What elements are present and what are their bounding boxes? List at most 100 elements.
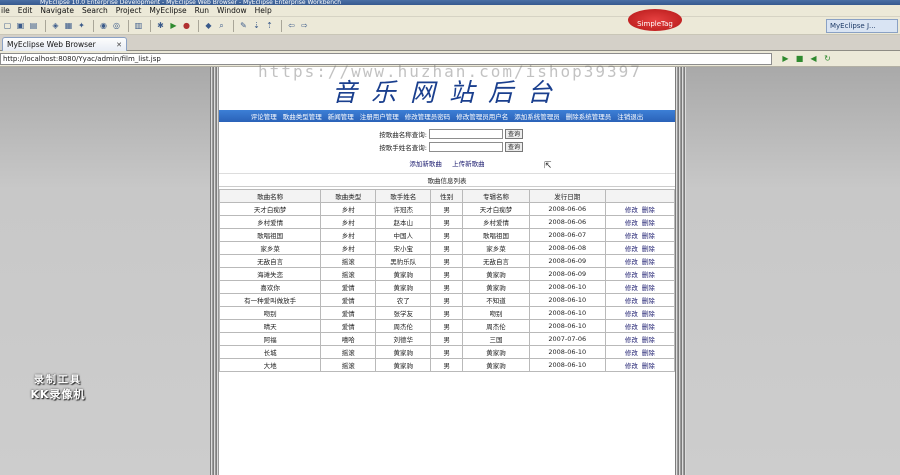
delete-link[interactable]: 删除 xyxy=(642,310,655,318)
package-icon[interactable]: ▥ xyxy=(133,20,144,31)
song-search-button[interactable]: 查询 xyxy=(505,128,523,139)
prev-annotation-icon[interactable]: ⇡ xyxy=(264,20,275,31)
singer-search-button[interactable]: 查询 xyxy=(505,141,523,152)
delete-link[interactable]: 删除 xyxy=(642,362,655,370)
menu-item-6[interactable]: Run xyxy=(195,6,209,15)
server-icon[interactable]: ▦ xyxy=(63,20,74,31)
delete-link[interactable]: 删除 xyxy=(642,284,655,292)
print-icon[interactable]: ▤ xyxy=(28,20,39,31)
delete-link[interactable]: 删除 xyxy=(642,336,655,344)
table-cell: 2008-06-10 xyxy=(528,358,606,372)
menu-item-5[interactable]: MyEclipse xyxy=(149,6,186,15)
table-row: 歌唱祖国 乡村 中国人男歌唱祖国 2008-06-07 修改 删除 xyxy=(218,228,676,242)
song-name-search-input[interactable] xyxy=(429,128,503,139)
table-row: 喜欢你 爱情 黄家驹男黄家驹 2008-06-10 修改 删除 xyxy=(218,280,676,294)
open-type-icon[interactable]: ◆ xyxy=(203,20,214,31)
table-cell: 2008-06-10 xyxy=(528,345,606,359)
edit-link[interactable]: 修改 xyxy=(625,323,638,331)
edit-link[interactable]: 修改 xyxy=(625,362,638,370)
edit-link[interactable]: 修改 xyxy=(625,258,638,266)
new-icon[interactable]: ▢ xyxy=(2,20,13,31)
nav-link-5[interactable]: 修改管理员用户名 xyxy=(456,111,508,121)
menu-item-4[interactable]: Project xyxy=(116,6,142,15)
mouse-cursor-icon: ⇱ xyxy=(544,161,552,171)
table-cell: 乡村爱情 xyxy=(218,215,322,229)
table-cell: 晴天 xyxy=(218,319,322,333)
menu-item-8[interactable]: Help xyxy=(255,6,272,15)
edit-link[interactable]: 修改 xyxy=(625,206,638,214)
close-icon[interactable]: ✕ xyxy=(116,41,122,49)
toolbar-separator xyxy=(150,19,151,32)
next-annotation-icon[interactable]: ⇣ xyxy=(251,20,262,31)
edit-link[interactable]: 修改 xyxy=(625,219,638,227)
edit-link[interactable]: 修改 xyxy=(625,245,638,253)
table-cell: 阿福 xyxy=(218,332,322,346)
nav-link-4[interactable]: 修改管理员密码 xyxy=(405,111,451,121)
save-icon[interactable]: ▣ xyxy=(15,20,26,31)
delete-link[interactable]: 删除 xyxy=(642,297,655,305)
table-cell: 喜欢你 xyxy=(218,280,322,294)
menu-item-2[interactable]: Navigate xyxy=(40,6,74,15)
table-cell: 乡村 xyxy=(320,202,377,216)
edit-link[interactable]: 修改 xyxy=(625,284,638,292)
row-actions: 修改 删除 xyxy=(604,280,676,294)
table-cell: 男 xyxy=(430,332,464,346)
menu-item-3[interactable]: Search xyxy=(82,6,108,15)
back-icon[interactable]: ⇦ xyxy=(286,20,297,31)
perspective-switcher[interactable]: MyEclipse J... xyxy=(826,19,898,33)
nav-link-7[interactable]: 删除系统管理员 xyxy=(566,111,612,121)
debug-icon[interactable]: ✱ xyxy=(155,20,166,31)
browser-icon[interactable]: ◉ xyxy=(98,20,109,31)
table-cell: 歌唱祖国 xyxy=(218,228,322,242)
menu-item-7[interactable]: Window xyxy=(217,6,247,15)
row-actions: 修改 删除 xyxy=(604,267,676,281)
edit-link[interactable]: 修改 xyxy=(625,271,638,279)
nav-link-0[interactable]: 评论管理 xyxy=(251,111,277,121)
menu-item-1[interactable]: Edit xyxy=(18,6,33,15)
delete-link[interactable]: 删除 xyxy=(642,219,655,227)
tab-web-browser[interactable]: MyEclipse Web Browser ✕ xyxy=(2,37,127,51)
external-tools-icon[interactable]: ● xyxy=(181,20,192,31)
table-cell: 男 xyxy=(430,228,464,242)
nav-link-3[interactable]: 注册用户管理 xyxy=(360,111,399,121)
nav-link-1[interactable]: 歌曲类型管理 xyxy=(283,111,322,121)
edit-link[interactable]: 修改 xyxy=(625,349,638,357)
column-header: 发行日期 xyxy=(528,189,606,203)
forward-icon[interactable]: ⇨ xyxy=(299,20,310,31)
run-icon[interactable]: ▶ xyxy=(168,20,179,31)
upload-song-link[interactable]: 上传新歌曲 xyxy=(452,160,485,168)
web-icon[interactable]: ◎ xyxy=(111,20,122,31)
delete-link[interactable]: 删除 xyxy=(642,206,655,214)
edit-link[interactable]: 修改 xyxy=(625,336,638,344)
table-cell: 刘德华 xyxy=(375,332,432,346)
edit-link[interactable]: 修改 xyxy=(625,310,638,318)
table-cell: 有一种爱叫做放手 xyxy=(218,293,322,307)
menu-item-0[interactable]: ile xyxy=(1,6,10,15)
edit-link[interactable]: 修改 xyxy=(625,232,638,240)
column-header: 歌曲名称 xyxy=(218,189,322,203)
search-icon[interactable]: ⌕ xyxy=(216,20,227,31)
delete-link[interactable]: 删除 xyxy=(642,323,655,331)
nav-link-6[interactable]: 添加系统管理员 xyxy=(514,111,560,121)
delete-link[interactable]: 删除 xyxy=(642,245,655,253)
annotation-icon[interactable]: ✎ xyxy=(238,20,249,31)
delete-link[interactable]: 删除 xyxy=(642,232,655,240)
singer-name-search-input[interactable] xyxy=(429,141,503,152)
table-row: 吻别 爱情 张学友男吻别 2008-06-10 修改 删除 xyxy=(218,306,676,320)
add-song-link[interactable]: 添加新歌曲 xyxy=(409,160,442,168)
table-cell: 吻别 xyxy=(218,306,322,320)
table-row: 大地 摇滚 黄家驹男黄家驹 2008-06-10 修改 删除 xyxy=(218,358,676,372)
table-cell: 爱情 xyxy=(320,306,377,320)
tools-icon[interactable]: ✦ xyxy=(76,20,87,31)
deploy-icon[interactable]: ◈ xyxy=(50,20,61,31)
table-cell: 大地 xyxy=(218,358,322,372)
edit-link[interactable]: 修改 xyxy=(625,297,638,305)
delete-link[interactable]: 删除 xyxy=(642,258,655,266)
delete-link[interactable]: 删除 xyxy=(642,271,655,279)
row-actions: 修改 删除 xyxy=(604,345,676,359)
table-cell: 男 xyxy=(430,215,464,229)
table-cell: 张学友 xyxy=(375,306,432,320)
nav-link-8[interactable]: 注销退出 xyxy=(617,111,643,121)
nav-link-2[interactable]: 新闻管理 xyxy=(328,111,354,121)
delete-link[interactable]: 删除 xyxy=(642,349,655,357)
